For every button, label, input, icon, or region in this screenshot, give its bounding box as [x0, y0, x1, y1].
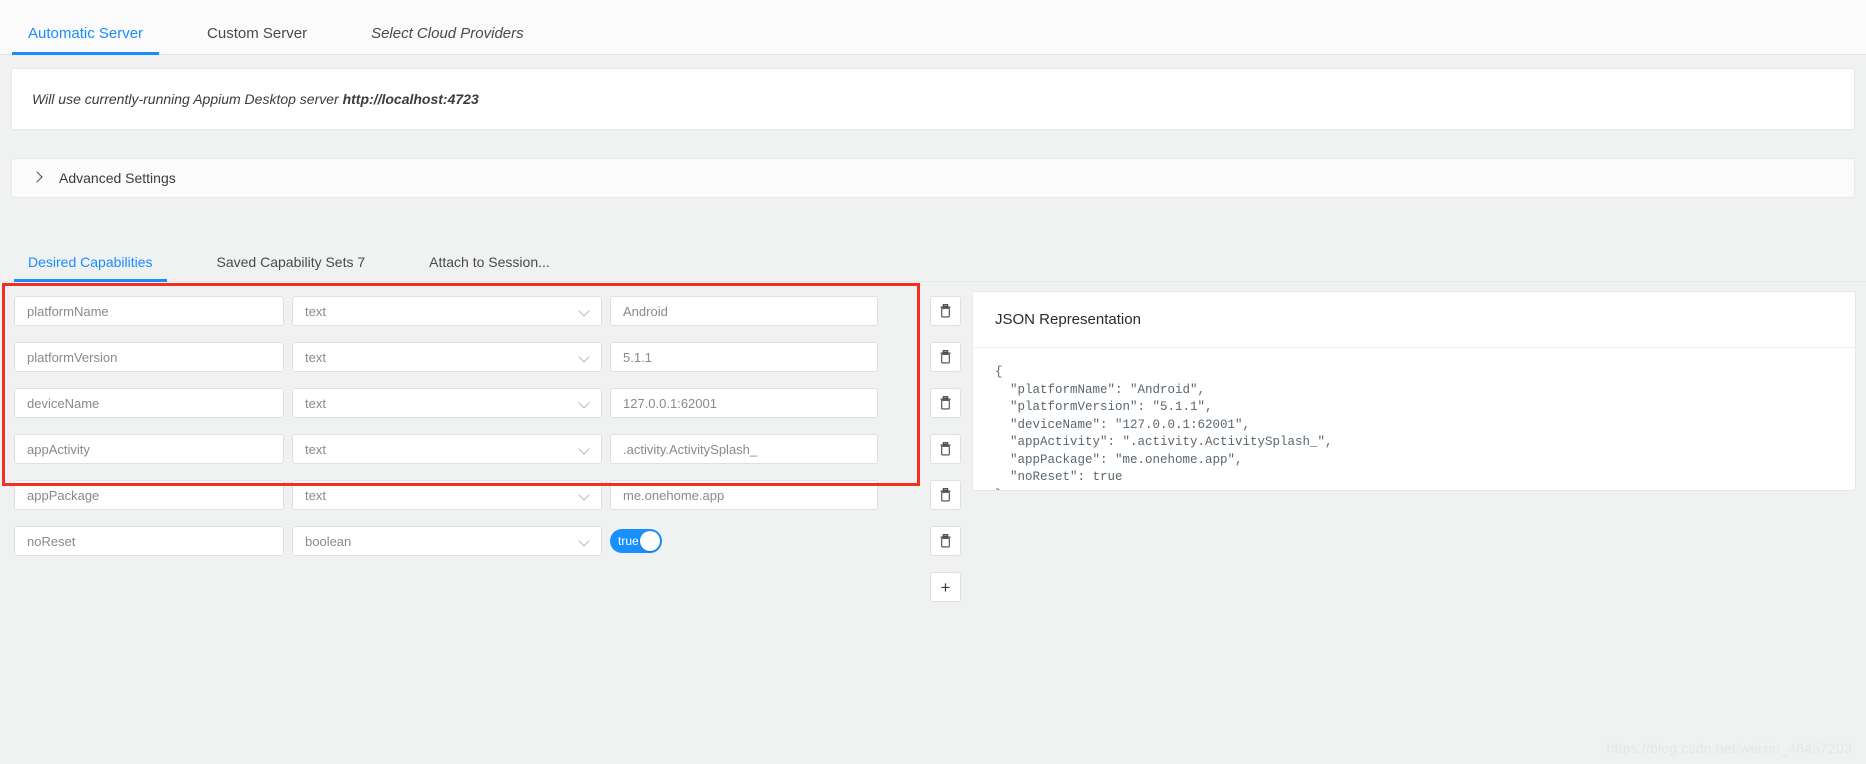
- trash-icon: [940, 350, 951, 364]
- json-representation-title: JSON Representation: [973, 292, 1855, 348]
- capability-type-select[interactable]: text: [292, 434, 602, 464]
- capability-row: text: [14, 388, 914, 418]
- capability-type-value: text: [305, 349, 326, 365]
- chevron-down-icon: [579, 398, 590, 409]
- capability-name-input[interactable]: [14, 434, 284, 464]
- capability-tab-bar: Desired Capabilities Saved Capability Se…: [0, 240, 1866, 282]
- capability-type-select[interactable]: text: [292, 480, 602, 510]
- capability-name-input[interactable]: [14, 296, 284, 326]
- capability-value-input[interactable]: [610, 342, 878, 372]
- capability-row: text: [14, 296, 914, 326]
- capability-value-input[interactable]: [610, 434, 878, 464]
- chevron-down-icon: [579, 490, 590, 501]
- tab-automatic-server-label: Automatic Server: [28, 25, 144, 42]
- capability-type-select[interactable]: text: [292, 342, 602, 372]
- appium-session-window: Automatic Server Custom Server Select Cl…: [0, 0, 1866, 764]
- capability-type-select[interactable]: text: [292, 296, 602, 326]
- tab-desired-capabilities-label: Desired Capabilities: [28, 254, 153, 270]
- tab-attach-to-session[interactable]: Attach to Session...: [415, 254, 564, 281]
- capability-value-input[interactable]: [610, 388, 878, 418]
- tab-saved-capability-sets[interactable]: Saved Capability Sets 7: [203, 254, 380, 281]
- toggle-label: true: [618, 534, 639, 548]
- watermark-text: https://blog.csdn.net/weixin_46457203: [1606, 740, 1852, 756]
- tab-custom-server-label: Custom Server: [207, 25, 308, 42]
- trash-icon: [940, 442, 951, 456]
- chevron-down-icon: [579, 444, 590, 455]
- capability-boolean-toggle[interactable]: true: [610, 529, 662, 553]
- chevron-right-icon: [31, 172, 43, 184]
- delete-capability-button[interactable]: [930, 434, 961, 464]
- json-representation-card: JSON Representation { "platformName": "A…: [972, 291, 1856, 491]
- tab-select-cloud-providers[interactable]: Select Cloud Providers: [355, 25, 540, 54]
- server-info-text: Will use currently-running Appium Deskto…: [32, 91, 479, 107]
- trash-icon: [940, 396, 951, 410]
- server-info-card: Will use currently-running Appium Deskto…: [11, 68, 1855, 130]
- server-info-url: http://localhost:4723: [342, 91, 479, 107]
- capability-name-input[interactable]: [14, 388, 284, 418]
- server-tab-bar: Automatic Server Custom Server Select Cl…: [0, 0, 1866, 55]
- chevron-down-icon: [579, 306, 590, 317]
- capability-value-input[interactable]: [610, 296, 878, 326]
- capability-actions-column: +: [930, 296, 961, 618]
- capability-type-value: boolean: [305, 533, 352, 549]
- plus-icon: +: [940, 577, 951, 597]
- tab-custom-server[interactable]: Custom Server: [191, 25, 323, 54]
- add-capability-button[interactable]: +: [930, 572, 961, 602]
- capability-type-value: text: [305, 303, 326, 319]
- capability-value-input[interactable]: [610, 480, 878, 510]
- capability-name-input[interactable]: [14, 480, 284, 510]
- tab-saved-capability-sets-label: Saved Capability Sets 7: [216, 254, 366, 270]
- tab-attach-to-session-label: Attach to Session...: [429, 254, 550, 270]
- trash-icon: [940, 488, 951, 502]
- json-representation-content: { "platformName": "Android", "platformVe…: [995, 365, 1333, 490]
- capability-row: text: [14, 434, 914, 464]
- tab-automatic-server[interactable]: Automatic Server: [12, 25, 160, 55]
- toggle-knob: [640, 531, 660, 551]
- capability-row: text: [14, 480, 914, 510]
- trash-icon: [940, 304, 951, 318]
- capability-type-select[interactable]: boolean: [292, 526, 602, 556]
- advanced-settings-panel[interactable]: Advanced Settings: [11, 158, 1855, 198]
- capability-name-input[interactable]: [14, 342, 284, 372]
- chevron-down-icon: [579, 352, 590, 363]
- capability-type-value: text: [305, 395, 326, 411]
- trash-icon: [940, 534, 951, 548]
- capability-row: boolean true: [14, 526, 914, 556]
- capability-row: text: [14, 342, 914, 372]
- delete-capability-button[interactable]: [930, 388, 961, 418]
- delete-capability-button[interactable]: [930, 296, 961, 326]
- capability-type-select[interactable]: text: [292, 388, 602, 418]
- capability-type-value: text: [305, 441, 326, 457]
- desired-capabilities-list: text text text text: [14, 296, 914, 572]
- tab-select-cloud-providers-label: Select Cloud Providers: [371, 25, 524, 42]
- advanced-settings-label: Advanced Settings: [59, 170, 176, 186]
- delete-capability-button[interactable]: [930, 342, 961, 372]
- tab-desired-capabilities[interactable]: Desired Capabilities: [14, 254, 167, 282]
- capability-name-input[interactable]: [14, 526, 284, 556]
- capability-type-value: text: [305, 487, 326, 503]
- delete-capability-button[interactable]: [930, 526, 961, 556]
- chevron-down-icon: [579, 536, 590, 547]
- delete-capability-button[interactable]: [930, 480, 961, 510]
- server-info-message: Will use currently-running Appium Deskto…: [32, 91, 343, 107]
